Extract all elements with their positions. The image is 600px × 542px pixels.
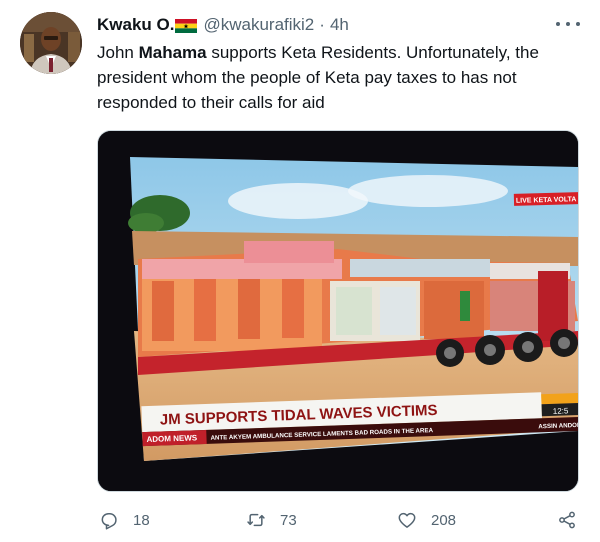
heart-icon (398, 512, 416, 528)
news-clock: 12:5 (553, 406, 569, 416)
reply-count: 18 (133, 511, 150, 529)
like-count: 208 (431, 511, 457, 529)
ghana-flag-icon (175, 18, 198, 33)
tweet-actions: 18 73 208 (0, 505, 600, 535)
share-button[interactable] (557, 505, 577, 535)
author-name[interactable]: Kwaku O. (97, 15, 174, 35)
tweet-header: Kwaku O. @kwakurafiki2 · 4h (97, 14, 349, 36)
avatar-image (20, 12, 82, 74)
news-ticker-2: ASSIN ANDOH (538, 422, 579, 431)
reply-icon (101, 513, 117, 530)
retweet-icon (247, 513, 265, 527)
separator-dot: · (319, 15, 325, 34)
tweet-text: John Mahama supports Keta Residents. Unf… (97, 40, 587, 115)
avatar[interactable] (20, 12, 82, 74)
like-button[interactable]: 208 (397, 505, 456, 535)
tweet-media-photo[interactable]: LIVE KETA VOLTA JM SUPPORTS TIDAL WAVES … (97, 130, 579, 492)
more-options-icon[interactable] (556, 14, 580, 34)
tweet-timestamp[interactable]: 4h (330, 15, 349, 35)
retweet-count: 73 (280, 511, 297, 529)
tweet-card: Kwaku O. @kwakurafiki2 · 4h John Mahama … (0, 0, 600, 542)
live-tag: LIVE KETA VOLTA (513, 192, 578, 206)
share-icon (559, 511, 575, 529)
author-handle[interactable]: @kwakurafiki2 (203, 15, 314, 35)
tweet-text-bold: Mahama (138, 43, 207, 62)
news-channel: ADOM NEWS (146, 433, 198, 444)
tweet-text-part1: John (97, 43, 139, 62)
retweet-button[interactable]: 73 (246, 505, 297, 535)
reply-button[interactable]: 18 (99, 505, 150, 535)
